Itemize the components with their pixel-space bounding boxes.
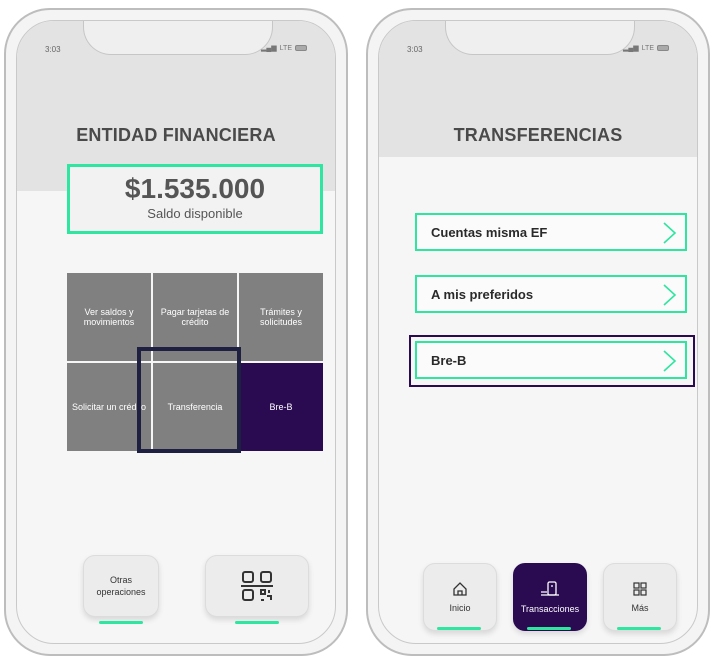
nav-label: Transacciones <box>520 604 580 614</box>
nav-inicio[interactable]: Inicio <box>423 563 497 631</box>
status-time: 3:03 <box>45 45 61 54</box>
status-bar-right: ▂▄▆ LTE <box>261 44 307 52</box>
list-item-a-mis-preferidos[interactable]: A mis preferidos <box>415 275 687 313</box>
list-item-label: Cuentas misma EF <box>431 224 548 240</box>
home-icon <box>453 582 467 596</box>
nav-underline <box>437 627 481 630</box>
nav-label: Más <box>631 603 649 613</box>
list-item-label: Bre-B <box>431 352 467 368</box>
nav-underline <box>617 627 661 630</box>
qr-button[interactable] <box>205 555 309 617</box>
nav-label: Inicio <box>449 603 471 613</box>
tile-label: Ver saldos y movimientos <box>83 307 135 327</box>
balance-amount: $1.535.000 <box>124 173 266 204</box>
tile-tramites[interactable]: Trámites y solicitudes <box>239 273 323 361</box>
signal-icon: ▂▄▆ <box>622 45 639 52</box>
other-operations-button[interactable]: Otras operaciones <box>83 555 159 617</box>
tile-label: Solicitar un crédito <box>71 402 147 412</box>
tile-label: Trámites y solicitudes <box>259 307 303 327</box>
chevron-right-icon <box>663 284 677 306</box>
balance-label: Saldo disponible <box>147 206 243 221</box>
list-item-bre-b[interactable]: Bre-B <box>415 341 687 379</box>
phone-home: 3:03 ▂▄▆ LTE ENTIDAD FINANCIERA $1.535.0… <box>4 8 348 656</box>
chevron-right-icon <box>663 350 677 372</box>
other-operations-label: Otras operaciones <box>96 575 146 597</box>
tile-label: Transferencia <box>167 402 223 412</box>
tile-label: Pagar tarjetas de crédito <box>160 307 230 327</box>
page-title: TRANSFERENCIAS <box>453 125 623 145</box>
tile-transferencia[interactable]: Transferencia <box>153 363 237 451</box>
signal-icon: ▂▄▆ <box>260 45 277 52</box>
nav-transacciones[interactable]: Transacciones <box>513 563 587 631</box>
battery-icon <box>295 45 307 51</box>
tile-bre-b[interactable]: Bre-B <box>239 363 323 451</box>
transactions-icon <box>541 581 559 596</box>
tile-pagar-tarjetas[interactable]: Pagar tarjetas de crédito <box>153 273 237 361</box>
chevron-right-icon <box>663 222 677 244</box>
network-label: LTE <box>279 44 292 52</box>
grid-icon <box>633 582 647 596</box>
nav-underline <box>527 627 571 630</box>
battery-icon <box>657 45 669 51</box>
transfers-screen: 3:03 ▂▄▆ LTE TRANSFERENCIAS Cuentas mism… <box>378 20 698 644</box>
phone-transfers: 3:03 ▂▄▆ LTE TRANSFERENCIAS Cuentas mism… <box>366 8 710 656</box>
phone-notch <box>445 21 635 55</box>
list-item-cuentas-misma-ef[interactable]: Cuentas misma EF <box>415 213 687 251</box>
page-title: ENTIDAD FINANCIERA <box>76 125 276 145</box>
status-time: 3:03 <box>407 45 423 54</box>
status-bar-right: ▂▄▆ LTE <box>623 44 669 52</box>
network-label: LTE <box>641 44 654 52</box>
home-screen: 3:03 ▂▄▆ LTE ENTIDAD FINANCIERA $1.535.0… <box>16 20 336 644</box>
tile-ver-saldos[interactable]: Ver saldos y movimientos <box>67 273 151 361</box>
qr-code-icon <box>241 571 273 601</box>
tile-label: Bre-B <box>269 402 293 412</box>
nav-mas[interactable]: Más <box>603 563 677 631</box>
list-item-label: A mis preferidos <box>431 286 534 302</box>
button-underline <box>235 621 279 624</box>
button-underline <box>99 621 143 624</box>
tile-solicitar-credito[interactable]: Solicitar un crédito <box>67 363 151 451</box>
phone-notch <box>83 21 273 55</box>
balance-card: $1.535.000 Saldo disponible <box>67 164 323 234</box>
